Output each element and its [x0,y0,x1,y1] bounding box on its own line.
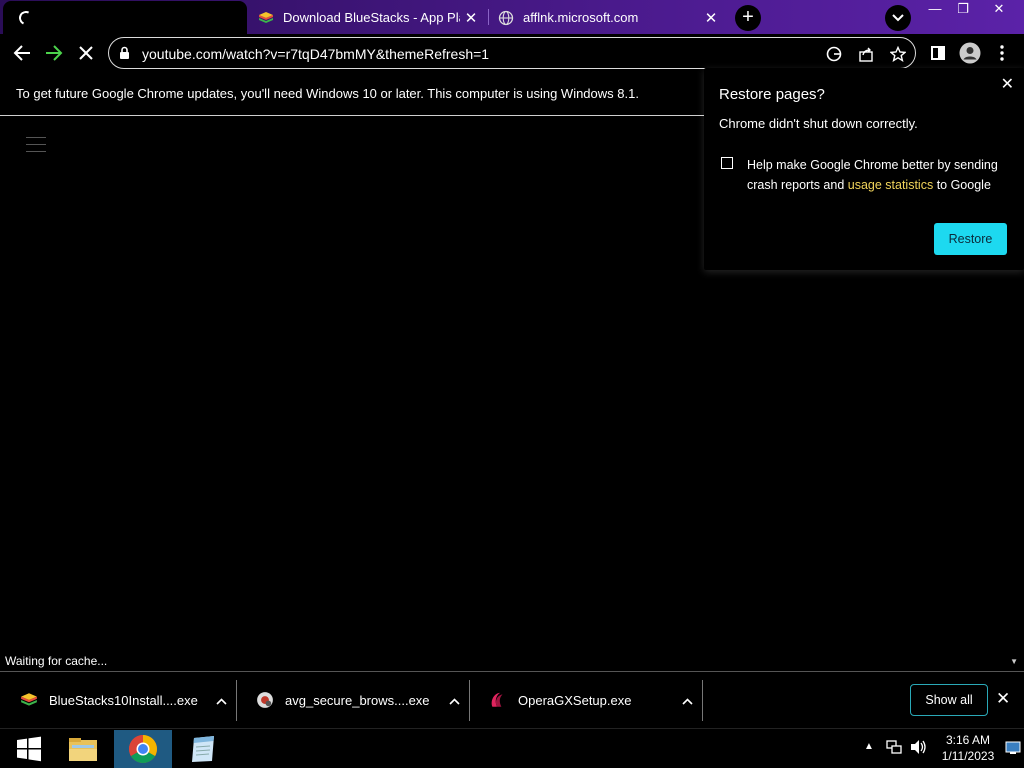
tab-close-icon[interactable]: ✕ [460,9,482,27]
chevron-up-icon[interactable] [206,693,236,708]
back-button[interactable] [8,39,36,67]
network-icon[interactable] [886,739,902,758]
url-text: youtube.com/watch?v=r7tqD47bmMY&themeRef… [142,46,490,62]
download-item[interactable]: BlueStacks10Install....exe [0,672,236,728]
download-filename: avg_secure_brows....exe [285,692,430,708]
volume-icon[interactable] [910,739,928,758]
dialog-close-icon[interactable]: ✕ [1001,74,1014,94]
tab-strip: Download BlueStacks - App Playe ✕ afflnk… [0,0,1024,34]
chevron-up-icon[interactable] [439,693,469,708]
restore-window-button[interactable]: ❐ [946,0,980,20]
stop-loading-button[interactable] [72,39,100,67]
notification-icon[interactable] [1005,741,1021,758]
close-shelf-icon[interactable]: ✕ [996,689,1010,709]
arrow-right-icon [46,45,63,61]
side-panel-button[interactable] [924,39,952,67]
star-icon [890,46,906,62]
divider [702,680,703,721]
dialog-title: Restore pages? [719,86,825,103]
new-tab-button[interactable]: + [735,5,761,31]
checkbox-text-end: to Google [933,178,991,192]
loading-spinner-icon [17,8,35,27]
windows-logo-icon [17,736,41,762]
taskbar-file-explorer[interactable] [54,730,112,768]
globe-icon [498,10,514,25]
taskbar-notes-app[interactable] [174,730,232,768]
address-bar[interactable]: youtube.com/watch?v=r7tqD47bmMY&themeRef… [108,37,916,69]
hamburger-menu-icon[interactable] [26,137,46,158]
tab-close-icon[interactable]: ✕ [700,9,722,27]
usage-statistics-link[interactable]: usage statistics [848,178,933,192]
notepad-icon [192,736,214,762]
download-item[interactable]: OperaGXSetup.exe [469,672,702,728]
dialog-subtitle: Chrome didn't shut down correctly. [719,116,918,131]
share-icon [859,47,873,62]
infobar-message: To get future Google Chrome updates, you… [16,86,639,101]
chrome-icon [129,735,157,763]
forward-button[interactable] [40,39,68,67]
clock-time: 3:16 AM [945,733,991,747]
download-filename: BlueStacks10Install....exe [49,692,198,708]
taskbar-chrome[interactable] [114,730,172,768]
download-filename: OperaGXSetup.exe [518,692,632,708]
tab-title: afflnk.microsoft.com [523,10,639,25]
tab-afflnk[interactable]: afflnk.microsoft.com ✕ [490,1,726,34]
kebab-menu-icon [1000,45,1004,61]
restore-button[interactable]: Restore [934,223,1007,255]
download-item[interactable]: avg_secure_brows....exe [236,672,469,728]
google-g-icon [826,46,842,62]
avatar-icon [959,42,981,64]
clock-date: 1/11/2023 [941,749,995,763]
tab-search-button[interactable] [885,5,911,31]
start-button[interactable] [0,730,58,768]
restore-pages-dialog: Restore pages? ✕ Chrome didn't shut down… [704,68,1024,270]
show-hidden-icons-button[interactable]: ▲ [864,741,874,752]
chevron-up-icon[interactable] [672,693,702,708]
checkbox-label: Help make Google Chrome better by sendin… [747,155,1007,195]
tab-title: Download BlueStacks - App Playe [283,10,460,25]
tab-youtube-loading[interactable] [3,1,247,34]
close-window-button[interactable]: ✕ [982,0,1016,20]
chevron-down-icon: ▼ [1010,657,1018,666]
share-button[interactable] [856,44,876,64]
show-all-downloads-button[interactable]: Show all [910,684,988,716]
avg-icon [257,692,273,708]
windows-taskbar: ▲ 3:16 AM 1/11/2023 [0,728,1024,768]
chevron-down-icon [892,14,904,22]
tab-separator [488,9,489,25]
bluestacks-icon [21,693,37,706]
tab-bluestacks[interactable]: Download BlueStacks - App Playe ✕ [250,1,486,34]
system-clock[interactable]: 3:16 AM 1/11/2023 [935,732,1001,764]
lock-icon [120,46,129,59]
side-panel-icon [931,46,945,60]
close-icon [79,46,93,60]
folder-icon [69,738,97,761]
arrow-left-icon [13,45,30,61]
profile-button[interactable] [956,39,984,67]
google-lens-button[interactable] [824,44,844,64]
bluestacks-icon [259,11,273,23]
opera-gx-icon [491,692,503,707]
menu-button[interactable] [988,39,1016,67]
bookmark-star-button[interactable] [888,44,908,64]
browser-toolbar: youtube.com/watch?v=r7tqD47bmMY&themeRef… [0,34,1024,72]
status-bubble: Waiting for cache... [0,652,113,671]
download-shelf: BlueStacks10Install....exe avg_secure_br… [0,671,1024,728]
crash-report-checkbox[interactable] [721,157,733,169]
